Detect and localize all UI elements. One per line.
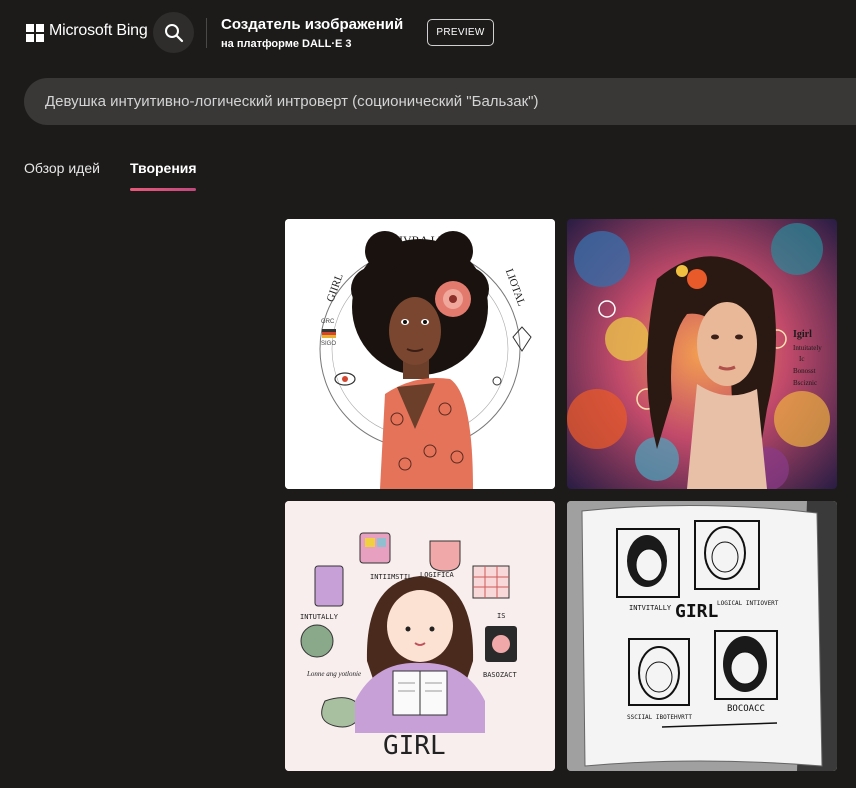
svg-text:Bonosst: Bonosst — [793, 367, 816, 375]
header: Microsoft Bing Создатель изображений на … — [0, 0, 856, 66]
svg-text:Igirl: Igirl — [793, 329, 812, 340]
generated-image-3[interactable]: GIRL INTIIMSTIL LOGIFICA INTUTALLY BASOZ… — [285, 501, 555, 771]
brand-name[interactable]: Microsoft Bing — [49, 22, 148, 40]
svg-text:GIRL: GIRL — [383, 731, 446, 761]
svg-text:Intuitately: Intuitately — [793, 344, 822, 352]
generated-image-4[interactable]: INTVITALLY GIRL LOGICAL INTIOVERT SSCIIA… — [567, 501, 837, 771]
svg-text:INTIIMSTIL: INTIIMSTIL — [370, 573, 412, 581]
svg-text:Lonne ang yotlonie: Lonne ang yotlonie — [306, 670, 361, 678]
header-divider — [206, 18, 207, 48]
cartoon-girl-illustration: GIRL INTIIMSTIL LOGIFICA INTUTALLY BASOZ… — [285, 501, 555, 771]
search-button[interactable] — [153, 12, 194, 53]
microsoft-logo-icon[interactable] — [26, 24, 44, 42]
svg-text:SIGO: SIGO — [321, 341, 336, 347]
svg-text:GIRL: GIRL — [675, 601, 719, 622]
search-icon — [164, 23, 183, 42]
colorful-girl-painting: Igirl Intuitately Ic Bonosst Bsciznic — [567, 219, 837, 489]
svg-text:Bsciznic: Bsciznic — [793, 379, 817, 387]
svg-text:INTUTALLY: INTUTALLY — [300, 613, 339, 621]
prompt-input[interactable] — [45, 78, 835, 125]
svg-text:INTVITALLY: INTVITALLY — [629, 604, 672, 612]
svg-text:LOGIFICA: LOGIFICA — [420, 571, 455, 579]
prompt-bar[interactable] — [24, 78, 856, 125]
preview-badge: PREVIEW — [427, 19, 494, 46]
generated-image-1[interactable]: INTIIVRA LLY GIIRL LIOTAL GRC SIGO — [285, 219, 555, 489]
page-subtitle: на платформе DALL·E 3 — [221, 38, 352, 50]
svg-text:GRC: GRC — [321, 319, 335, 325]
generated-image-2[interactable]: Igirl Intuitately Ic Bonosst Bsciznic — [567, 219, 837, 489]
svg-text:BASOZACT: BASOZACT — [483, 671, 518, 679]
svg-text:LOGICAL INTIOVERT: LOGICAL INTIOVERT — [717, 600, 779, 607]
svg-text:IS: IS — [497, 612, 505, 620]
svg-text:BOCOACC: BOCOACC — [727, 704, 765, 714]
page-title: Создатель изображений — [221, 16, 404, 33]
notebook-comic-sketch: INTVITALLY GIRL LOGICAL INTIOVERT SSCIIA… — [567, 501, 837, 771]
tab-creations[interactable]: Творения — [130, 160, 197, 176]
afro-girl-illustration: INTIIVRA LLY GIIRL LIOTAL GRC SIGO — [285, 219, 555, 489]
active-tab-indicator — [130, 188, 196, 191]
svg-text:SSCIIAL IBOTEHVRTT: SSCIIAL IBOTEHVRTT — [627, 714, 692, 721]
svg-text:Ic: Ic — [799, 355, 804, 363]
tab-explore-ideas[interactable]: Обзор идей — [24, 160, 100, 176]
